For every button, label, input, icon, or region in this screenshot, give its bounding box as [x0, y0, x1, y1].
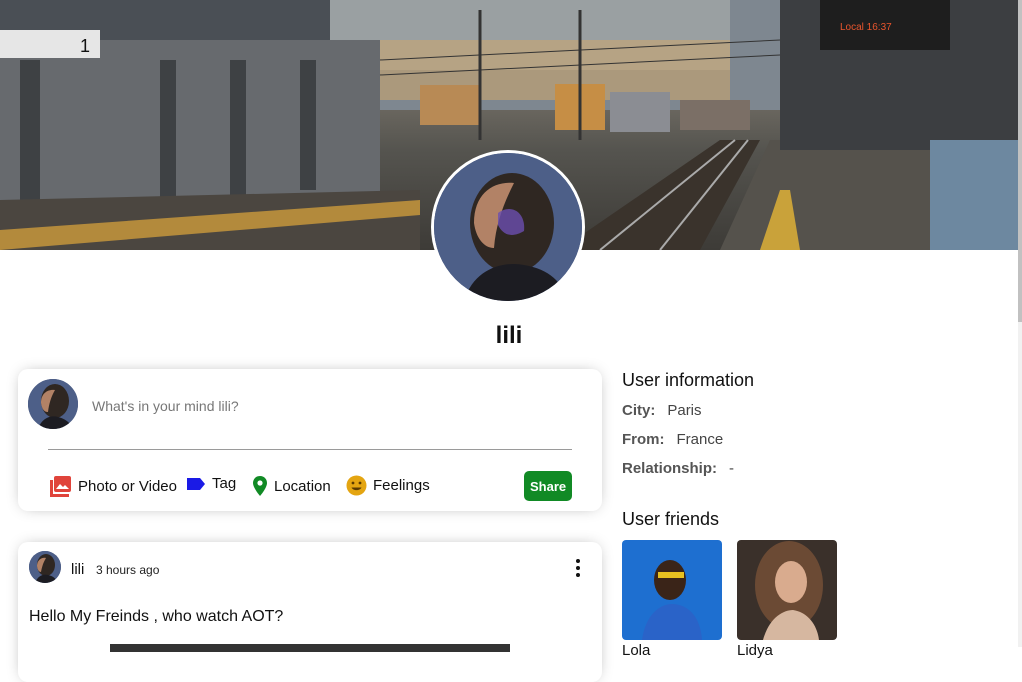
post-card: lili 3 hours ago Hello My Freinds , who …	[18, 542, 602, 682]
tag-label: Tag	[212, 475, 237, 492]
emoji-icon	[346, 475, 367, 496]
info-value: -	[729, 460, 735, 477]
friend-photo[interactable]	[622, 540, 722, 640]
photo-or-video-label: Photo or Video	[78, 477, 177, 495]
scrollbar-thumb[interactable]	[1018, 0, 1022, 322]
info-key: Relationship:	[622, 460, 718, 477]
user-friends-title: User friends	[622, 509, 720, 529]
info-key: City:	[622, 402, 656, 419]
location-pin-icon	[253, 476, 267, 496]
info-row-from: From: France	[622, 431, 723, 448]
divider	[48, 449, 572, 450]
photo-or-video-option[interactable]: Photo or Video	[48, 475, 177, 497]
post-timestamp: 3 hours ago	[96, 563, 160, 577]
friend-item[interactable]: Lola	[622, 540, 722, 659]
info-value: France	[676, 431, 724, 448]
status-input[interactable]	[90, 395, 514, 417]
info-key: From:	[622, 431, 665, 448]
feelings-label: Feelings	[373, 477, 430, 494]
share-card: Photo or Video Tag Location Feelings Sha…	[18, 369, 602, 511]
svg-text:Local 16:37: Local 16:37	[840, 22, 892, 33]
location-option[interactable]: Location	[252, 475, 331, 497]
friend-name[interactable]: Lola	[622, 642, 722, 659]
page-scrollbar[interactable]	[1018, 0, 1022, 647]
woman-portrait-icon	[434, 153, 582, 301]
share-avatar[interactable]	[28, 379, 78, 429]
friend-photo[interactable]	[737, 540, 837, 640]
man-portrait-icon	[622, 540, 722, 640]
friend-name[interactable]: Lidya	[737, 642, 837, 659]
user-info-title: User information	[622, 370, 755, 390]
tag-option[interactable]: Tag	[186, 475, 236, 492]
post-text: Hello My Freinds , who watch AOT?	[29, 608, 284, 625]
svg-text:1: 1	[80, 36, 90, 56]
profile-avatar[interactable]	[431, 150, 585, 304]
profile-name: lili	[495, 322, 523, 349]
post-image	[110, 644, 510, 652]
avatar-icon	[29, 551, 61, 583]
label-icon	[187, 477, 205, 490]
info-row-relationship: Relationship: -	[622, 460, 734, 477]
post-username[interactable]: lili	[71, 561, 84, 578]
location-label: Location	[274, 477, 331, 495]
feelings-option[interactable]: Feelings	[346, 475, 430, 496]
more-options-icon[interactable]	[570, 558, 586, 578]
share-button[interactable]: Share	[524, 471, 572, 501]
info-row-city: City: Paris	[622, 402, 702, 419]
info-value: Paris	[667, 402, 702, 419]
avatar-icon	[28, 379, 78, 429]
photo-icon	[50, 476, 71, 497]
post-avatar[interactable]	[29, 551, 61, 583]
woman-portrait-icon	[737, 540, 837, 640]
friend-item[interactable]: Lidya	[737, 540, 837, 659]
